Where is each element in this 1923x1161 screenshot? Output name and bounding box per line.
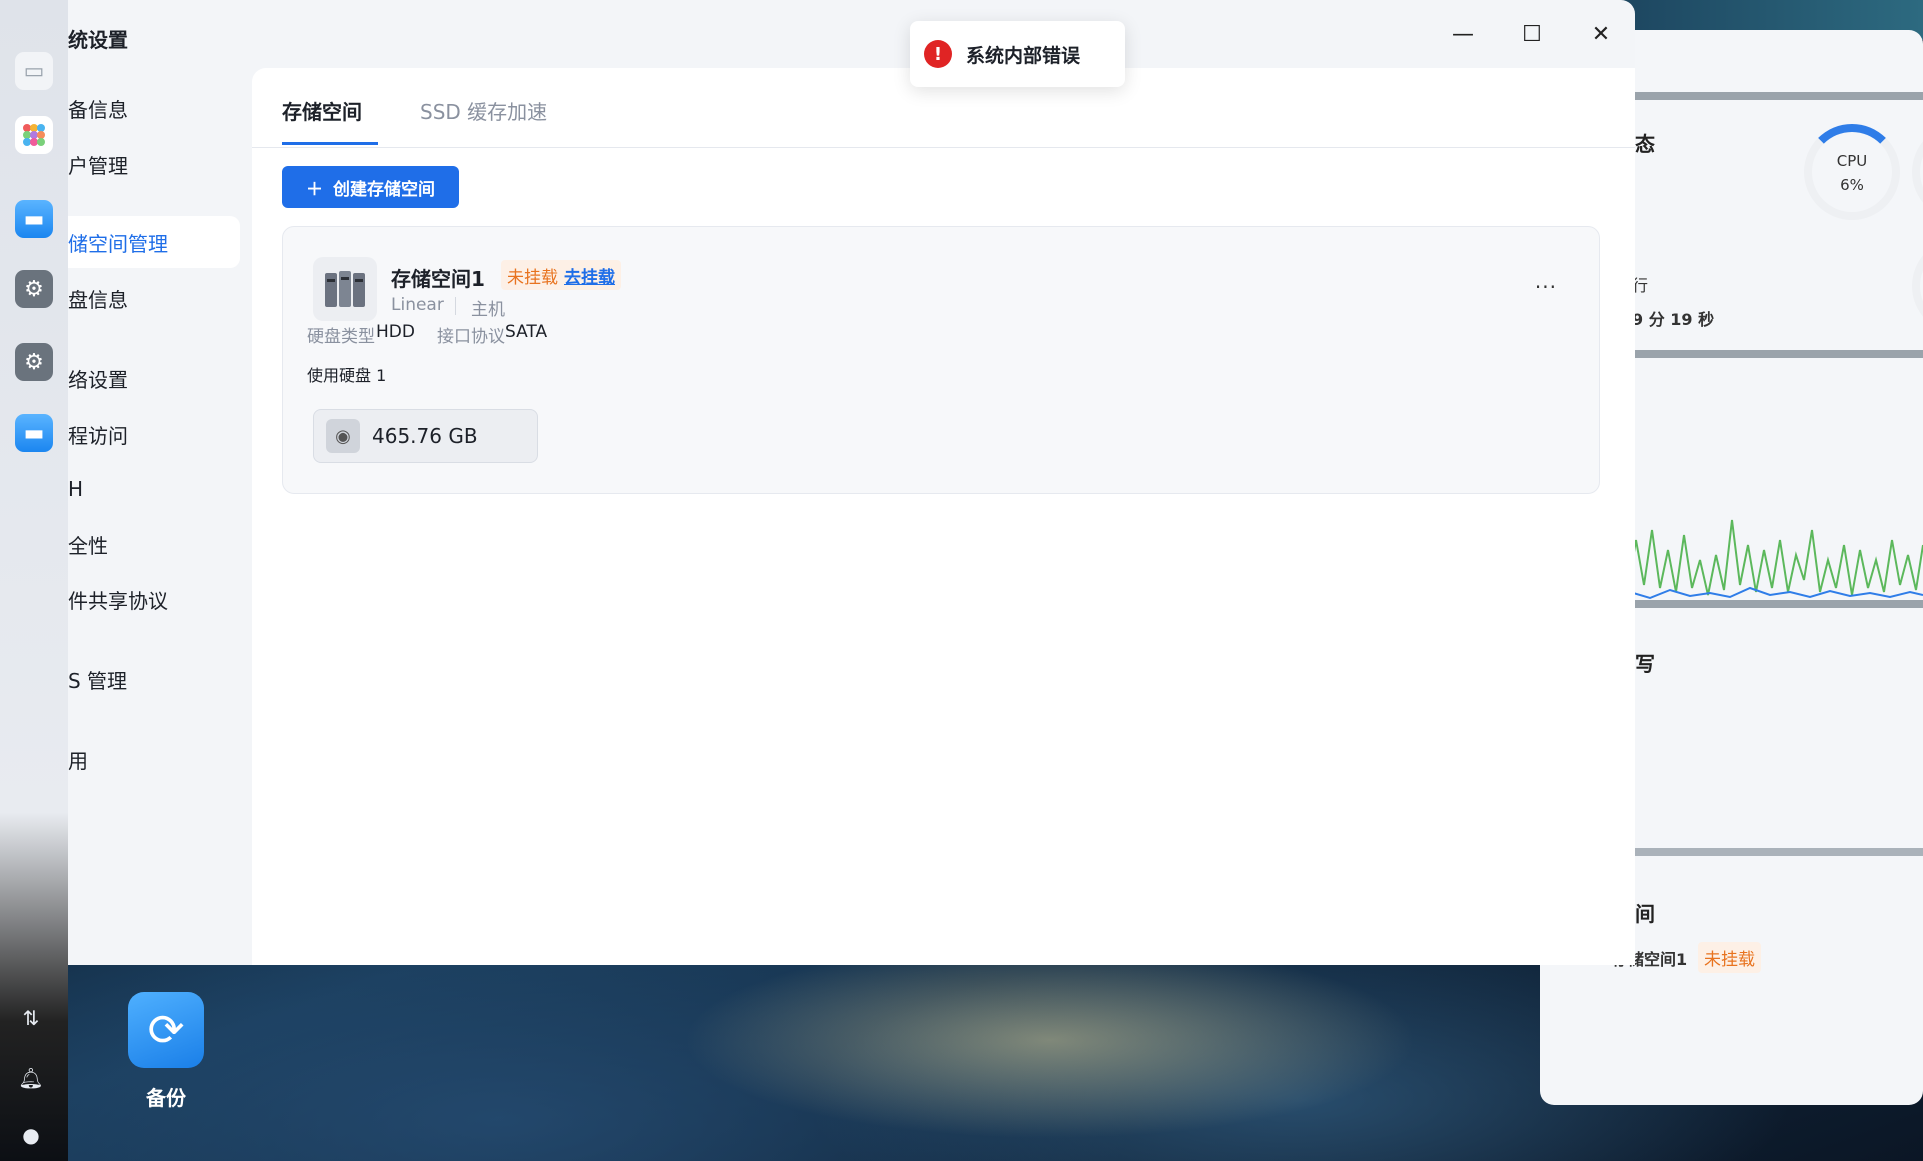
desktop-app-label: 备份 (146, 1086, 186, 1110)
sidebar-item-label: H (68, 477, 84, 501)
desktop-backup-app[interactable]: ⟳ 备份 (128, 992, 204, 1111)
sidebar-item-device-info[interactable]: 备信息 (68, 82, 240, 134)
protocol-label: 接口协议 (437, 327, 505, 347)
sidebar-item-label: 储空间管理 (68, 231, 168, 256)
raid-type: Linear (391, 295, 444, 315)
sidebar-item-label: 用 (68, 748, 88, 773)
meta-divider (455, 297, 456, 315)
tab-divider (252, 147, 1635, 148)
disk-size: 465.76 GB (372, 424, 478, 448)
protocol-value: SATA (505, 322, 548, 342)
maximize-icon[interactable]: ☐ (1518, 20, 1546, 48)
folder-icon[interactable]: ▬ (15, 414, 53, 452)
sidebar-item-storage-management[interactable]: 储空间管理 (68, 216, 240, 268)
create-storage-button[interactable]: ＋ 创建存储空间 (282, 166, 459, 208)
error-icon: ! (924, 40, 952, 68)
tab-ssd-cache[interactable]: SSD 缓存加速 (420, 96, 547, 125)
mount-link[interactable]: 去挂载 (564, 263, 615, 288)
gauge-secondary (1912, 238, 1923, 334)
widget-storage-status: 未挂载 (1698, 942, 1761, 973)
memory-gauge (1912, 124, 1923, 220)
minimize-icon[interactable]: — (1449, 20, 1477, 48)
cpu-gauge (1804, 124, 1900, 220)
sidebar-item-label: 备信息 (68, 97, 128, 122)
plus-icon: ＋ (306, 179, 323, 200)
close-icon[interactable]: ✕ (1587, 20, 1615, 48)
backup-sync-icon: ⟳ (128, 992, 204, 1068)
error-toast: ! 系统内部错误 (910, 21, 1125, 87)
disk-chip[interactable]: ◉ 465.76 GB (313, 409, 538, 463)
storage-space-card: 存储空间1 未挂载 去挂载 Linear 主机 硬盘类型 HDD 接口协议 SA… (282, 226, 1600, 494)
sidebar-item-label: 全性 (68, 533, 108, 558)
transfer-icon[interactable]: ⇅ (18, 1005, 44, 1031)
sidebar-item-general[interactable]: 用 (68, 733, 240, 785)
settings-gear-icon[interactable]: ⚙ (15, 343, 53, 381)
uptime-value: 9 分 19 秒 (1632, 310, 1715, 329)
sidebar-item-ssh[interactable]: H (68, 463, 240, 515)
sidebar-item-label: 件共享协议 (68, 588, 168, 613)
widget-status-title: 态 (1635, 132, 1655, 156)
storage-space-name: 存储空间1 (391, 267, 485, 291)
window-title: 统设置 (68, 28, 128, 52)
file-manager-icon[interactable]: ▬ (15, 200, 53, 238)
app-center-icon[interactable] (15, 116, 53, 154)
sidebar-item-label: 户管理 (68, 153, 128, 178)
sidebar-item-remote-access[interactable]: 程访问 (68, 408, 240, 460)
monitor-icon[interactable]: ▭ (15, 52, 53, 90)
storage-server-icon (313, 257, 377, 321)
sidebar-item-label: 盘信息 (68, 287, 128, 312)
sidebar-item-network-settings[interactable]: 络设置 (68, 352, 240, 404)
disk-type-value: HDD (376, 322, 415, 342)
settings-gear-icon[interactable]: ⚙ (15, 270, 53, 308)
sidebar-item-user-management[interactable]: 户管理 (68, 138, 240, 190)
sidebar-item-security[interactable]: 全性 (68, 518, 240, 570)
active-tab-indicator (282, 142, 378, 145)
hard-disk-icon: ◉ (326, 419, 360, 453)
app-dock: ▭ ▬ ⚙ ⚙ ▬ ⇅ 🔔︎ ● (0, 0, 68, 1161)
mount-status-badge: 未挂载 去挂载 (501, 260, 621, 290)
settings-window: 统设置 — ☐ ✕ 备信息 户管理 储空间管理 盘信息 络设置 程访问 H 全性… (68, 0, 1635, 965)
unmounted-status: 未挂载 (507, 267, 558, 288)
tab-storage-space[interactable]: 存储空间 (282, 96, 362, 125)
storage-location: 主机 (471, 300, 505, 320)
cpu-gauge-value: 6% (1840, 176, 1864, 194)
sidebar-item-disk-info[interactable]: 盘信息 (68, 272, 240, 324)
used-disks-label: 使用硬盘 1 (307, 366, 387, 385)
sidebar-item-file-sharing[interactable]: 件共享协议 (68, 573, 240, 625)
network-traffic-chart (1610, 519, 1923, 600)
sidebar-item-label: S 管理 (68, 668, 128, 693)
widget-storage-title: 间 (1635, 902, 1655, 926)
sidebar-item-label: 络设置 (68, 367, 128, 392)
toast-message: 系统内部错误 (966, 44, 1081, 67)
create-storage-label: 创建存储空间 (333, 179, 435, 200)
widget-rw-title: 写 (1635, 652, 1655, 676)
sidebar-item-ups-management[interactable]: S 管理 (68, 653, 240, 705)
sidebar-item-label: 程访问 (68, 423, 128, 448)
bell-icon[interactable]: 🔔︎ (18, 1065, 44, 1091)
content-panel: 存储空间 SSD 缓存加速 ＋ 创建存储空间 存储空间1 未挂载 去挂载 Lin… (252, 68, 1635, 965)
more-options-icon[interactable]: ··· (1535, 275, 1557, 299)
user-icon[interactable]: ● (18, 1122, 44, 1148)
cpu-gauge-label: CPU (1836, 152, 1868, 170)
disk-type-label: 硬盘类型 (307, 327, 375, 347)
